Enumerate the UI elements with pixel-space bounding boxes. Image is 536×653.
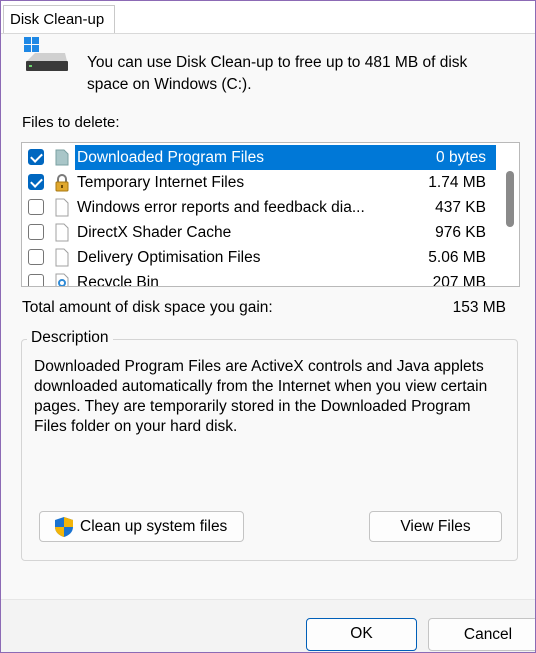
file-size: 207 MB [432,274,486,287]
disk-cleanup-window: Disk Clean-up You can use Disk Clean-up … [0,0,536,653]
file-icon [55,198,69,217]
file-name: Recycle Bin [77,274,159,287]
ok-button[interactable]: OK [306,618,417,651]
file-icon [55,223,69,242]
scroll-thumb[interactable] [506,171,514,227]
list-scrollbar[interactable] [499,143,519,286]
file-size: 976 KB [435,224,486,241]
total-label: Total amount of disk space you gain: [22,299,273,316]
checkbox[interactable] [28,174,44,190]
folder-icon [55,149,69,166]
checkbox[interactable] [28,249,44,265]
clean-up-system-files-button[interactable]: Clean up system files [39,511,244,542]
file-name: Temporary Internet Files [77,174,245,191]
description-text: Downloaded Program Files are ActiveX con… [34,358,488,435]
file-name: Downloaded Program Files [75,145,496,170]
list-item[interactable]: Recycle Bin 207 MB [22,270,496,287]
file-name: Windows error reports and feedback dia..… [77,199,365,216]
uac-shield-icon [55,517,73,537]
drive-icon [24,37,68,71]
checkbox[interactable] [28,224,44,240]
checkbox[interactable] [28,274,44,286]
file-name: Delivery Optimisation Files [77,249,261,266]
checkbox[interactable] [28,149,44,165]
files-list[interactable]: Downloaded Program Files 0 bytes Tempora… [21,142,520,287]
recycle-bin-icon [55,273,69,286]
description-legend: Description [27,329,113,347]
checkbox[interactable] [28,199,44,215]
list-item[interactable]: Windows error reports and feedback dia..… [22,195,496,220]
total-value: 153 MB [452,299,506,316]
list-item[interactable]: DirectX Shader Cache 976 KB [22,220,496,245]
file-icon [55,248,69,267]
list-item[interactable]: Delivery Optimisation Files 5.06 MB [22,245,496,270]
lock-icon [55,174,69,192]
file-size: 0 bytes [436,149,486,166]
intro-text: You can use Disk Clean-up to free up to … [87,54,468,93]
clean-up-system-files-label: Clean up system files [80,518,228,535]
files-to-delete-label: Files to delete: [22,114,120,131]
file-size: 5.06 MB [428,249,486,266]
file-name: DirectX Shader Cache [77,224,232,241]
cancel-button[interactable]: Cancel [428,618,535,651]
view-files-button[interactable]: View Files [369,511,502,542]
tab-disk-cleanup[interactable]: Disk Clean-up [3,5,115,33]
file-size: 1.74 MB [428,174,486,191]
file-size: 437 KB [435,199,486,216]
list-item[interactable]: Downloaded Program Files 0 bytes [22,145,496,170]
list-item[interactable]: Temporary Internet Files 1.74 MB [22,170,496,195]
